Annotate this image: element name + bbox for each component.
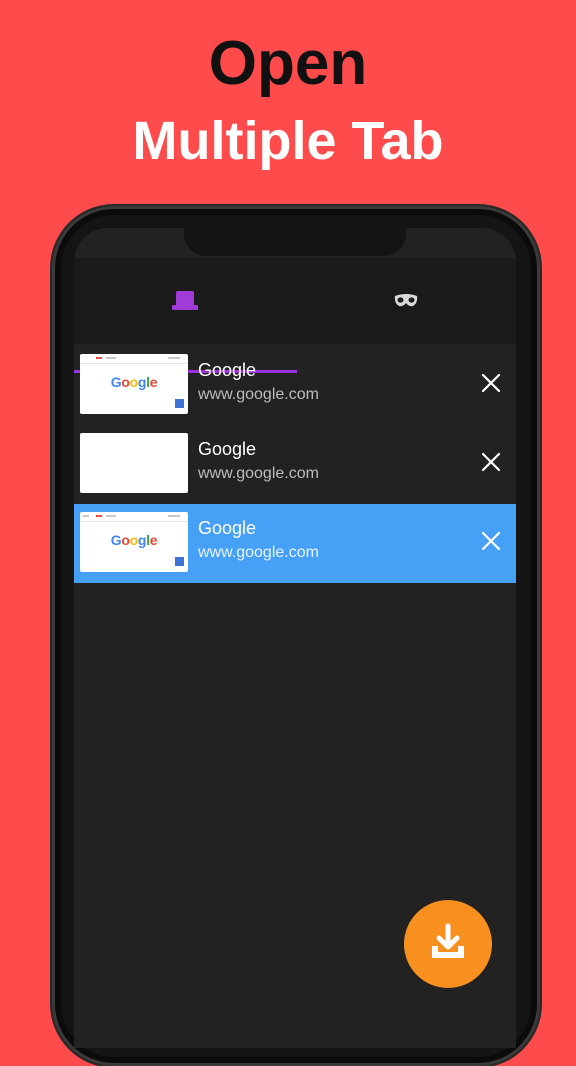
open-tabs-list: Google Google www.google.com Google www.… [74, 346, 516, 583]
thumbnail-google-logo: Google [110, 532, 158, 548]
tab-row-active[interactable]: Google Google www.google.com [74, 504, 516, 583]
download-button[interactable] [404, 900, 492, 988]
tab-switcher-bar [74, 258, 516, 373]
tab-url: www.google.com [198, 465, 319, 482]
tab-thumbnail: Google [80, 512, 188, 572]
download-icon [432, 923, 464, 958]
tab-url: www.google.com [198, 544, 319, 561]
tab-url: www.google.com [198, 386, 319, 403]
tab-thumbnail: Google [80, 354, 188, 414]
tab-title: Google [198, 360, 257, 380]
tab-title: Google [198, 439, 257, 459]
tab-incognito[interactable] [295, 258, 516, 344]
incognito-mask-icon [394, 294, 417, 307]
close-icon[interactable] [478, 449, 504, 475]
close-icon[interactable] [478, 370, 504, 396]
tabs-icon [171, 291, 198, 311]
close-icon[interactable] [478, 528, 504, 554]
headline-title: Open [208, 29, 368, 98]
tab-thumbnail-blank [80, 433, 188, 493]
tab-row[interactable]: Google www.google.com [74, 425, 516, 504]
tab-title: Google [198, 518, 257, 538]
headline-subtitle: Multiple Tab [132, 111, 444, 171]
tab-normal-tabs[interactable] [74, 258, 295, 344]
phone-notch [184, 228, 406, 256]
thumbnail-google-logo: Google [110, 374, 158, 390]
tab-row[interactable]: Google Google www.google.com [74, 346, 516, 425]
